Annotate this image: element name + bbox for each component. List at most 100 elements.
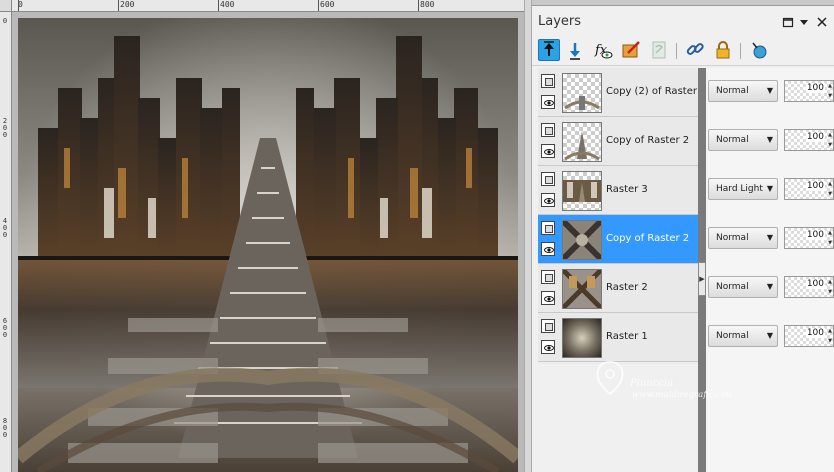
visibility-eye-icon[interactable] [541, 242, 555, 256]
blend-mode-value: Normal [716, 331, 749, 341]
opacity-value: 100 [805, 328, 825, 338]
ruler-label: 400 [220, 0, 235, 9]
chevron-down-icon: ▼ [766, 282, 773, 291]
ruler-label: 2 0 0 [2, 117, 8, 139]
move-layer-down-icon[interactable] [564, 39, 586, 61]
layer-row[interactable]: Copy of Raster 2 [538, 117, 698, 166]
toolbar-separator [740, 43, 741, 59]
layer-row[interactable]: Raster 1 [538, 313, 698, 362]
watermark-name: Pinuccia [630, 378, 674, 389]
visibility-eye-icon[interactable] [541, 144, 555, 158]
maximize-icon[interactable] [782, 16, 794, 28]
layer-properties-row: Normal ▼ 100 ▲ ▼ [706, 264, 834, 313]
ruler-label: 4 0 0 [2, 217, 8, 239]
layer-row[interactable]: Raster 3 [538, 166, 698, 215]
spinner-icon[interactable]: ▲ ▼ [827, 277, 833, 297]
mask-icon[interactable] [648, 39, 670, 61]
layers-palette-header: Layers [532, 8, 834, 34]
layer-name: Raster 2 [606, 282, 648, 293]
panel-title-strip [532, 0, 834, 6]
layers-toolbar: fx [532, 36, 834, 66]
ruler-label: 600 [320, 0, 335, 9]
toolbar-separator [676, 43, 677, 59]
link-icon[interactable] [684, 39, 706, 61]
layer-properties-row: Normal ▼ 100 ▲ ▼ [706, 313, 834, 362]
new-layer-icon[interactable]: fx [592, 39, 614, 61]
lock-icon[interactable] [712, 39, 734, 61]
ruler-label: 0 [2, 17, 8, 25]
visibility-eye-icon[interactable] [541, 291, 555, 305]
watermark-logo-icon [596, 360, 624, 396]
layer-group-icon[interactable] [541, 221, 555, 235]
blend-mode-select[interactable]: Normal ▼ [708, 276, 778, 298]
spinner-icon[interactable]: ▲ ▼ [827, 81, 833, 101]
opacity-value: 100 [805, 279, 825, 289]
layer-name: Raster 3 [606, 184, 648, 195]
opacity-field[interactable]: 100 ▲ ▼ [784, 325, 834, 347]
chevron-down-icon: ▼ [766, 233, 773, 242]
blend-mode-select[interactable]: Hard Light ▼ [708, 178, 778, 200]
opacity-field[interactable]: 100 ▲ ▼ [784, 80, 834, 102]
visibility-eye-icon[interactable] [541, 340, 555, 354]
blend-mode-select[interactable]: Normal ▼ [708, 80, 778, 102]
layer-thumbnail [562, 220, 602, 260]
spinner-icon[interactable]: ▲ ▼ [827, 179, 833, 199]
layer-name: Raster 1 [606, 331, 648, 342]
panel-splitter[interactable] [524, 0, 532, 472]
artwork-image [18, 18, 518, 472]
layer-group-icon[interactable] [541, 74, 555, 88]
opacity-value: 100 [805, 83, 825, 93]
collapse-arrow-icon[interactable]: ▶ [698, 262, 706, 296]
horizontal-ruler: 0 200 400 600 800 [12, 0, 524, 12]
blend-mode-value: Normal [716, 282, 749, 292]
image-canvas[interactable] [18, 18, 518, 472]
canvas-workspace[interactable]: 0 200 400 600 800 0 2 0 0 4 0 0 6 0 0 8 … [0, 0, 524, 472]
move-layer-up-icon[interactable] [538, 39, 560, 61]
blend-mode-value: Normal [716, 86, 749, 96]
layer-group-icon[interactable] [541, 319, 555, 333]
watermark-url: www.maldiregrafica.eu [632, 390, 732, 400]
blend-mode-select[interactable]: Normal ▼ [708, 325, 778, 347]
visibility-eye-icon[interactable] [541, 95, 555, 109]
spinner-icon[interactable]: ▲ ▼ [827, 228, 833, 248]
blend-mode-value: Normal [716, 135, 749, 145]
group-icon[interactable] [748, 39, 770, 61]
layer-name: Copy of Raster 2 [606, 135, 690, 146]
layer-properties-column: Normal ▼ 100 ▲ ▼ Normal ▼ 100 ▲ ▼ Hard Light ▼ … [706, 68, 834, 472]
palette-title: Layers [538, 14, 582, 29]
opacity-field[interactable]: 100 ▲ ▼ [784, 129, 834, 151]
spinner-icon[interactable]: ▲ ▼ [827, 326, 833, 346]
layer-group-icon[interactable] [541, 123, 555, 137]
opacity-value: 100 [805, 132, 825, 142]
opacity-field[interactable]: 100 ▲ ▼ [784, 178, 834, 200]
opacity-field[interactable]: 100 ▲ ▼ [784, 227, 834, 249]
spinner-icon[interactable]: ▲ ▼ [827, 130, 833, 150]
ruler-corner [0, 0, 12, 12]
ruler-label: 200 [120, 0, 135, 9]
blend-mode-value: Normal [716, 233, 749, 243]
layer-group-icon[interactable] [541, 172, 555, 186]
edit-layer-icon[interactable] [620, 39, 642, 61]
ruler-label: 6 0 0 [2, 317, 8, 339]
layer-properties-row: Normal ▼ 100 ▲ ▼ [706, 117, 834, 166]
layer-list: Copy (2) of Raster 2 Copy of Raster 2 Ra… [538, 68, 707, 364]
ruler-label: 800 [420, 0, 435, 9]
layer-row[interactable]: Copy (2) of Raster 2 [538, 68, 707, 117]
layer-group-icon[interactable] [541, 270, 555, 284]
ruler-label: 8 0 0 [2, 417, 8, 439]
opacity-field[interactable]: 100 ▲ ▼ [784, 276, 834, 298]
visibility-eye-icon[interactable] [541, 193, 555, 207]
layer-thumbnail [562, 318, 602, 358]
watermark: Pinuccia www.maldiregrafica.eu [592, 358, 772, 408]
layer-row[interactable]: Raster 2 [538, 264, 698, 313]
blend-mode-value: Hard Light [716, 184, 763, 194]
blend-mode-select[interactable]: Normal ▼ [708, 129, 778, 151]
blend-mode-select[interactable]: Normal ▼ [708, 227, 778, 249]
close-icon[interactable] [816, 16, 828, 28]
chevron-down-icon: ▼ [766, 184, 773, 193]
layer-row-selected[interactable]: Copy of Raster 2 [538, 215, 698, 264]
chevron-down-icon: ▼ [766, 331, 773, 340]
layer-thumbnail [562, 73, 602, 113]
dropdown-arrow-icon[interactable] [798, 16, 810, 28]
layer-name: Copy (2) of Raster 2 [606, 86, 707, 97]
